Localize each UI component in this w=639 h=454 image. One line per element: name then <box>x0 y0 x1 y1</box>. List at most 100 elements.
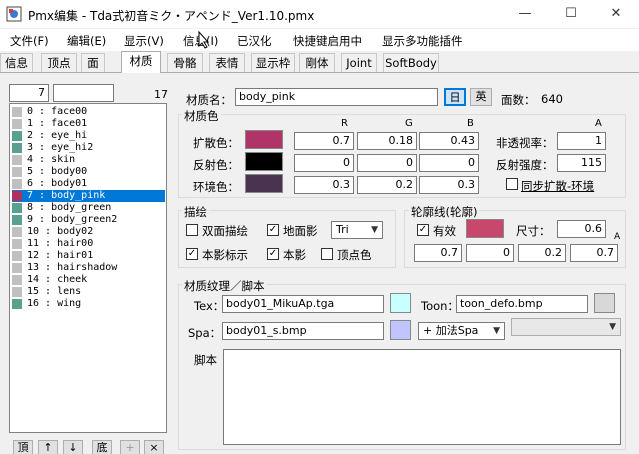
vertex-color-checkbox[interactable] <box>321 248 333 260</box>
ambient-r[interactable]: 0.3 <box>294 176 354 194</box>
tab-display-frame[interactable]: 显示枠 <box>251 53 295 72</box>
material-color-swatch <box>12 167 22 177</box>
tab-face[interactable]: 面 <box>81 53 105 72</box>
tex-input[interactable]: body01_MikuAp.tga <box>222 295 384 313</box>
material-name-input[interactable]: body_pink <box>235 88 438 106</box>
list-item[interactable]: 11 : hair00 <box>12 238 165 250</box>
index-input[interactable]: 7 <box>9 84 49 102</box>
edge-g[interactable]: 0 <box>466 244 514 262</box>
menu-edit[interactable]: 编辑(E) <box>67 33 106 49</box>
specular-g[interactable]: 0 <box>357 154 417 172</box>
close-button[interactable]: ✕ <box>593 0 639 28</box>
material-color-swatch <box>12 239 22 249</box>
add-button[interactable]: + <box>120 440 140 454</box>
move-bottom-button[interactable]: 底 <box>92 440 112 454</box>
jp-name-button[interactable]: 日 <box>444 88 466 106</box>
ambient-g[interactable]: 0.2 <box>357 176 417 194</box>
minimize-button[interactable]: — <box>502 0 548 28</box>
tab-info[interactable]: 信息 <box>0 53 33 72</box>
script-textarea[interactable] <box>223 349 621 445</box>
spec-power-input[interactable]: 115 <box>557 154 606 172</box>
edge-enabled-checkbox[interactable]: ✓ <box>417 224 429 236</box>
self-shadow-checkbox[interactable]: ✓ <box>267 248 279 260</box>
list-item[interactable]: 16 : wing <box>12 298 165 310</box>
list-item[interactable]: 12 : hair01 <box>12 250 165 262</box>
tab-rigidbody[interactable]: 剛体 <box>299 53 335 72</box>
diffuse-g[interactable]: 0.18 <box>357 132 417 150</box>
menu-shortcut[interactable]: 快捷键启用中 <box>293 33 362 49</box>
specular-b[interactable]: 0 <box>419 154 479 172</box>
edge-r[interactable]: 0.7 <box>414 244 462 262</box>
edge-size-label: 尺寸： <box>516 224 551 238</box>
specular-swatch[interactable] <box>245 152 283 171</box>
vertex-color-label[interactable]: 顶点色 <box>337 247 372 263</box>
edge-a[interactable]: 0.7 <box>570 244 618 262</box>
menu-plugins[interactable]: 显示多功能插件 <box>382 33 463 49</box>
tab-joint[interactable]: Joint <box>341 53 377 72</box>
alpha-input[interactable]: 1 <box>557 132 606 150</box>
en-name-button[interactable]: 英 <box>470 88 492 106</box>
list-item[interactable]: 1 : face01 <box>12 118 165 130</box>
ambient-swatch[interactable] <box>245 174 283 193</box>
edge-color-swatch[interactable] <box>466 219 504 238</box>
list-item[interactable]: 5 : body00 <box>12 166 165 178</box>
script-label: 脚本 <box>194 353 217 367</box>
self-shadow-label[interactable]: 本影 <box>283 247 306 263</box>
move-down-button[interactable]: ↓ <box>63 440 83 454</box>
list-item[interactable]: 7 : body_pink <box>12 190 165 202</box>
list-item[interactable]: 9 : body_green2 <box>12 214 165 226</box>
face-count-value: 640 <box>541 92 563 106</box>
spa-mode-value: + 加法Spa <box>423 324 479 337</box>
tex-preview[interactable] <box>390 293 411 313</box>
menu-file[interactable]: 文件(F) <box>10 33 49 49</box>
toon-preview[interactable] <box>594 293 615 313</box>
self-shadow-map-label[interactable]: 本影标示 <box>202 247 248 263</box>
material-color-swatch <box>12 263 22 273</box>
tab-morph[interactable]: 表情 <box>209 53 245 72</box>
edge-b[interactable]: 0.2 <box>518 244 566 262</box>
maximize-button[interactable]: ☐ <box>548 0 594 28</box>
sync-checkbox[interactable] <box>506 178 518 190</box>
tab-vertex[interactable]: 顶点 <box>41 53 77 72</box>
spa-preview[interactable] <box>390 320 411 340</box>
primitive-select[interactable]: Tri ▼ <box>331 221 383 239</box>
list-item[interactable]: 14 : cheek <box>12 274 165 286</box>
sync-label[interactable]: 同步扩散-环境 <box>521 178 594 194</box>
list-item[interactable]: 10 : body02 <box>12 226 165 238</box>
list-item[interactable]: 2 : eye_hi <box>12 130 165 142</box>
spa-mode-select[interactable]: + 加法Spa ▼ <box>418 322 505 340</box>
spa-input[interactable]: body01_s.bmp <box>222 322 384 340</box>
list-item[interactable]: 4 : skin <box>12 154 165 166</box>
edge-size-input[interactable]: 0.6 <box>557 220 606 238</box>
menu-localized[interactable]: 已汉化 <box>237 33 272 49</box>
material-list[interactable]: 0 : face00 1 : face01 2 : eye_hi 3 : eye_hi… <box>9 103 167 433</box>
ground-shadow-checkbox[interactable]: ✓ <box>267 224 279 236</box>
self-shadow-map-checkbox[interactable]: ✓ <box>186 248 198 260</box>
search-input[interactable] <box>53 84 114 102</box>
toon-input[interactable]: toon_defo.bmp <box>456 295 588 313</box>
list-item[interactable]: 13 : hairshadow <box>12 262 165 274</box>
specular-r[interactable]: 0 <box>294 154 354 172</box>
move-up-button[interactable]: ↑ <box>38 440 58 454</box>
diffuse-swatch[interactable] <box>245 130 283 149</box>
menu-view[interactable]: 显示(V) <box>124 33 164 49</box>
list-item[interactable]: 6 : body01 <box>12 178 165 190</box>
delete-button[interactable]: × <box>144 440 164 454</box>
tab-bone[interactable]: 骨骼 <box>167 53 203 72</box>
extra-select[interactable]: ▼ <box>511 318 621 336</box>
list-item[interactable]: 8 : body_green <box>12 202 165 214</box>
tab-material[interactable]: 材质 <box>121 51 161 73</box>
list-item[interactable]: 0 : face00 <box>12 106 165 118</box>
tab-softbody[interactable]: SoftBody <box>383 53 439 72</box>
ambient-label: 环境色： <box>193 180 239 194</box>
move-top-button[interactable]: 頂 <box>13 440 33 454</box>
ground-shadow-label[interactable]: 地面影 <box>283 223 318 239</box>
double-sided-checkbox[interactable] <box>186 224 198 236</box>
edge-enabled-label[interactable]: 有效 <box>433 223 456 239</box>
diffuse-r[interactable]: 0.7 <box>294 132 354 150</box>
ambient-b[interactable]: 0.3 <box>419 176 479 194</box>
double-sided-label[interactable]: 双面描绘 <box>202 223 248 239</box>
list-item[interactable]: 15 : lens <box>12 286 165 298</box>
list-item[interactable]: 3 : eye_hi2 <box>12 142 165 154</box>
diffuse-b[interactable]: 0.43 <box>419 132 479 150</box>
